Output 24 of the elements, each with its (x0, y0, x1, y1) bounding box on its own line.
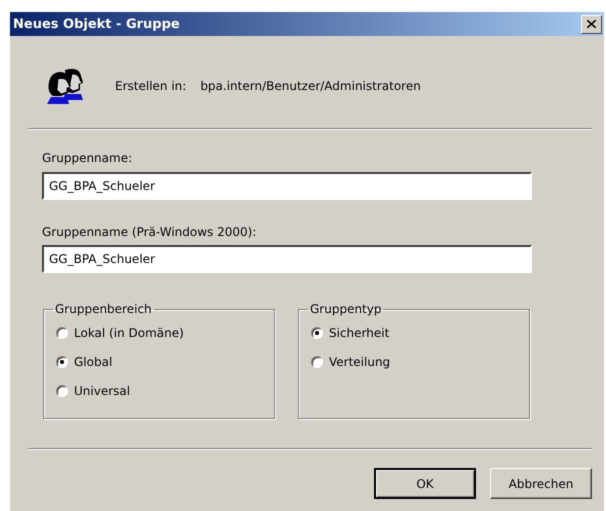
close-icon (587, 20, 596, 28)
radio-button[interactable] (311, 326, 323, 338)
radio-button[interactable] (56, 356, 68, 368)
group-title: Gruppentyp (309, 302, 382, 316)
radio-label[interactable]: Sicherheit (329, 326, 390, 340)
field-label: Gruppenname: (42, 151, 134, 165)
radio-button[interactable] (56, 384, 68, 396)
container-path: bpa.intern/Benutzer/Administratoren (200, 79, 421, 93)
radio-label[interactable]: Lokal (in Domäne) (74, 326, 184, 340)
window-title: Neues Objekt - Gruppe (13, 16, 180, 32)
users-icon (45, 66, 85, 106)
ok-button[interactable]: OK (374, 468, 476, 499)
group-name-field[interactable]: GG_BPA_Schueler (42, 172, 532, 200)
close-button[interactable] (581, 14, 602, 34)
radio-button[interactable] (311, 356, 323, 368)
radio-label[interactable]: Universal (74, 384, 130, 398)
group-name-field[interactable]: GG_BPA_Schueler (42, 245, 532, 273)
group-title: Gruppenbereich (54, 302, 153, 316)
create-in-label: Erstellen in: (115, 79, 186, 93)
radio-label[interactable]: Global (74, 354, 112, 368)
cancel-button[interactable]: Abbrechen (490, 468, 592, 499)
field-label: Gruppenname (Prä-Windows 2000): (42, 225, 258, 239)
radio-label[interactable]: Verteilung (329, 354, 390, 368)
radio-button[interactable] (56, 326, 68, 338)
